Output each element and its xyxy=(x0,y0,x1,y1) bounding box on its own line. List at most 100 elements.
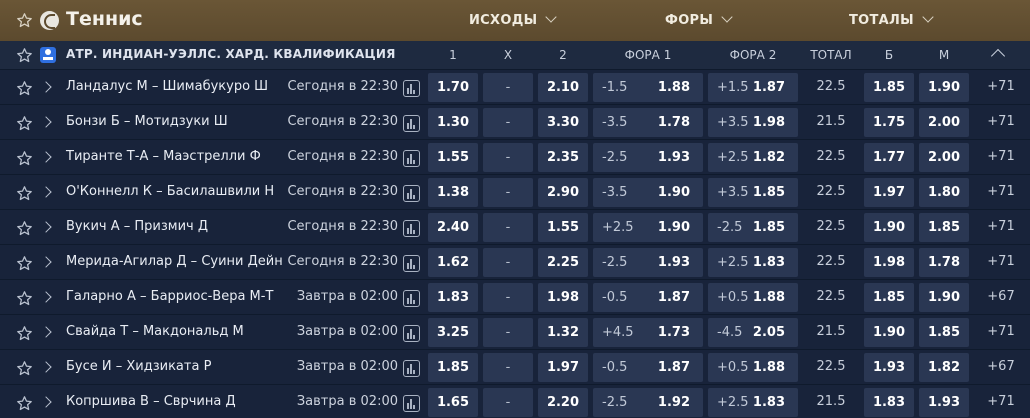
odds-handicap-2[interactable]: -2.5 1.85 xyxy=(708,213,798,242)
odds-win-1[interactable]: 1.85 xyxy=(428,353,478,382)
totals-dropdown[interactable]: ТОТАЛЫ xyxy=(849,11,934,28)
odds-handicap-2[interactable]: +2.5 1.83 xyxy=(708,248,798,277)
bar-chart-icon[interactable] xyxy=(403,115,420,132)
odds-win-2[interactable]: 1.32 xyxy=(538,318,588,347)
odds-over[interactable]: 1.75 xyxy=(864,108,914,137)
event-row[interactable]: Бонзи Б – Мотидзуки Ш Сегодня в 22:30 1.30… xyxy=(0,104,1030,139)
match-name[interactable]: Бонзи Б – Мотидзуки Ш xyxy=(66,114,228,129)
star-outline-icon[interactable] xyxy=(16,115,33,132)
star-outline-icon[interactable] xyxy=(16,360,33,377)
odds-over[interactable]: 1.93 xyxy=(864,353,914,382)
odds-handicap-1[interactable]: -2.5 1.92 xyxy=(593,388,703,417)
match-name[interactable]: Копршива В – Сврчина Д xyxy=(66,394,236,409)
odds-draw[interactable]: - xyxy=(483,248,533,277)
more-markets-link[interactable]: +71 xyxy=(978,149,1024,164)
odds-under[interactable]: 1.85 xyxy=(919,318,969,347)
odds-under[interactable]: 1.90 xyxy=(919,283,969,312)
odds-win-2[interactable]: 1.55 xyxy=(538,213,588,242)
chevron-right-icon[interactable] xyxy=(40,221,52,233)
star-outline-icon[interactable] xyxy=(16,395,33,412)
match-name[interactable]: Бусе И – Хидзиката Р xyxy=(66,359,211,374)
odds-under[interactable]: 1.93 xyxy=(919,388,969,417)
event-row[interactable]: Ландалус М – Шимабукуро Ш Сегодня в 22:30… xyxy=(0,69,1030,104)
event-row[interactable]: Мерида-Агилар Д – Суини Дейн Сегодня в 22… xyxy=(0,244,1030,279)
chevron-up-icon[interactable] xyxy=(990,48,1006,64)
odds-under[interactable]: 1.85 xyxy=(919,213,969,242)
odds-handicap-2[interactable]: +3.5 1.98 xyxy=(708,108,798,137)
odds-over[interactable]: 1.85 xyxy=(864,283,914,312)
star-outline-icon[interactable] xyxy=(16,150,33,167)
odds-win-1[interactable]: 1.30 xyxy=(428,108,478,137)
star-outline-icon[interactable] xyxy=(16,185,33,202)
odds-handicap-1[interactable]: -1.5 1.88 xyxy=(593,73,703,102)
more-markets-link[interactable]: +67 xyxy=(978,359,1024,374)
bar-chart-icon[interactable] xyxy=(403,395,420,412)
chevron-right-icon[interactable] xyxy=(40,361,52,373)
odds-handicap-1[interactable]: -3.5 1.90 xyxy=(593,178,703,207)
odds-handicap-2[interactable]: +2.5 1.82 xyxy=(708,143,798,172)
odds-win-1[interactable]: 3.25 xyxy=(428,318,478,347)
match-name[interactable]: Мерида-Агилар Д – Суини Дейн xyxy=(66,254,283,269)
event-row[interactable]: Галарно А – Барриос-Вера М-Т Завтра в 02:… xyxy=(0,279,1030,314)
odds-handicap-2[interactable]: +0.5 1.88 xyxy=(708,353,798,382)
odds-draw[interactable]: - xyxy=(483,178,533,207)
bar-chart-icon[interactable] xyxy=(403,80,420,97)
odds-win-2[interactable]: 2.20 xyxy=(538,388,588,417)
chevron-right-icon[interactable] xyxy=(40,151,52,163)
star-outline-icon[interactable] xyxy=(16,290,33,307)
odds-over[interactable]: 1.90 xyxy=(864,213,914,242)
star-outline-icon[interactable] xyxy=(16,325,33,342)
odds-handicap-2[interactable]: +0.5 1.88 xyxy=(708,283,798,312)
odds-win-2[interactable]: 1.97 xyxy=(538,353,588,382)
odds-draw[interactable]: - xyxy=(483,73,533,102)
match-name[interactable]: О'Коннелл К – Басилашвили Н xyxy=(66,184,274,199)
star-outline-icon[interactable] xyxy=(16,220,33,237)
odds-win-1[interactable]: 1.70 xyxy=(428,73,478,102)
more-markets-link[interactable]: +71 xyxy=(978,184,1024,199)
bar-chart-icon[interactable] xyxy=(403,290,420,307)
chevron-right-icon[interactable] xyxy=(40,186,52,198)
odds-under[interactable]: 1.90 xyxy=(919,73,969,102)
odds-handicap-1[interactable]: -0.5 1.87 xyxy=(593,353,703,382)
more-markets-link[interactable]: +71 xyxy=(978,324,1024,339)
odds-draw[interactable]: - xyxy=(483,353,533,382)
odds-handicap-1[interactable]: -0.5 1.87 xyxy=(593,283,703,312)
odds-handicap-2[interactable]: +1.5 1.87 xyxy=(708,73,798,102)
odds-under[interactable]: 2.00 xyxy=(919,108,969,137)
bar-chart-icon[interactable] xyxy=(403,150,420,167)
odds-under[interactable]: 1.80 xyxy=(919,178,969,207)
event-row[interactable]: Тиранте Т-А – Маэстрелли Ф Сегодня в 22:3… xyxy=(0,139,1030,174)
outcomes-dropdown[interactable]: ИСХОДЫ xyxy=(469,11,558,28)
odds-over[interactable]: 1.97 xyxy=(864,178,914,207)
chevron-right-icon[interactable] xyxy=(40,396,52,408)
odds-handicap-1[interactable]: +4.5 1.73 xyxy=(593,318,703,347)
bar-chart-icon[interactable] xyxy=(403,360,420,377)
odds-draw[interactable]: - xyxy=(483,213,533,242)
odds-handicap-2[interactable]: +3.5 1.85 xyxy=(708,178,798,207)
match-name[interactable]: Тиранте Т-А – Маэстрелли Ф xyxy=(66,149,261,164)
odds-handicap-1[interactable]: -3.5 1.78 xyxy=(593,108,703,137)
odds-draw[interactable]: - xyxy=(483,388,533,417)
bar-chart-icon[interactable] xyxy=(403,255,420,272)
chevron-right-icon[interactable] xyxy=(40,256,52,268)
odds-under[interactable]: 1.82 xyxy=(919,353,969,382)
odds-draw[interactable]: - xyxy=(483,143,533,172)
event-row[interactable]: Бусе И – Хидзиката Р Завтра в 02:00 1.85-1… xyxy=(0,349,1030,384)
odds-win-1[interactable]: 1.55 xyxy=(428,143,478,172)
odds-over[interactable]: 1.90 xyxy=(864,318,914,347)
match-name[interactable]: Вукич А – Призмич Д xyxy=(66,219,208,234)
star-outline-icon[interactable] xyxy=(16,12,33,29)
match-name[interactable]: Галарно А – Барриос-Вера М-Т xyxy=(66,289,273,304)
bar-chart-icon[interactable] xyxy=(403,220,420,237)
more-markets-link[interactable]: +71 xyxy=(978,254,1024,269)
odds-over[interactable]: 1.83 xyxy=(864,388,914,417)
odds-handicap-1[interactable]: +2.5 1.90 xyxy=(593,213,703,242)
bar-chart-icon[interactable] xyxy=(403,325,420,342)
odds-win-1[interactable]: 1.83 xyxy=(428,283,478,312)
odds-draw[interactable]: - xyxy=(483,283,533,312)
odds-under[interactable]: 2.00 xyxy=(919,143,969,172)
event-row[interactable]: О'Коннелл К – Басилашвили Н Сегодня в 22:… xyxy=(0,174,1030,209)
handicaps-dropdown[interactable]: ФОРЫ xyxy=(665,11,733,28)
odds-win-2[interactable]: 2.10 xyxy=(538,73,588,102)
more-markets-link[interactable]: +71 xyxy=(978,79,1024,94)
